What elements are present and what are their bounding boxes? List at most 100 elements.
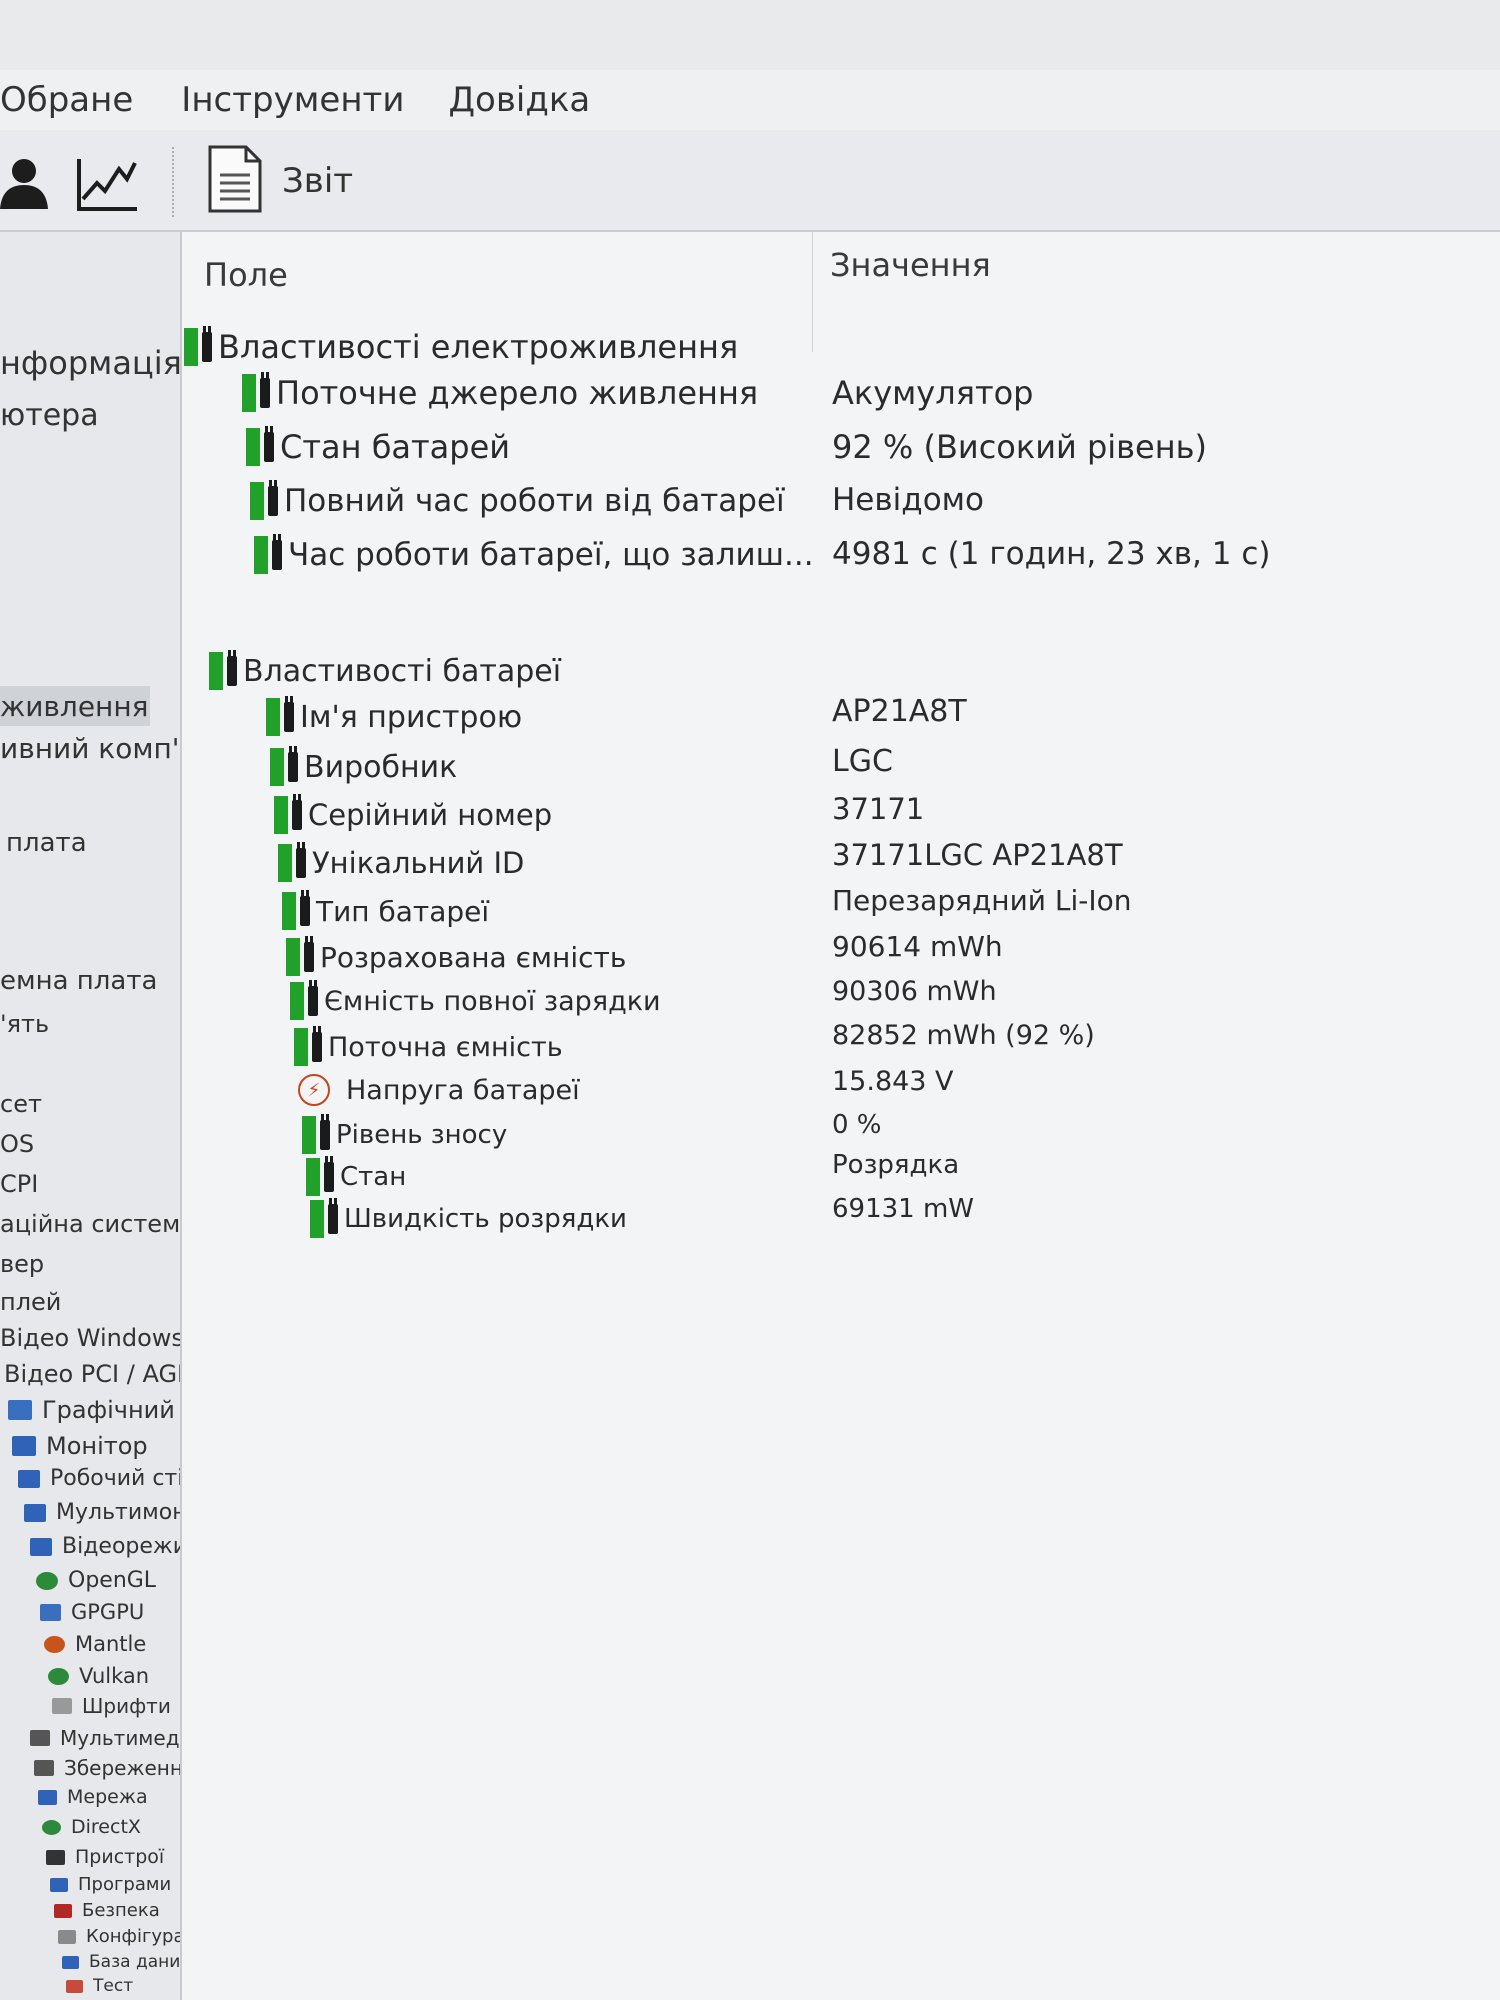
sidebar-item[interactable]: Mantle xyxy=(44,1632,146,1656)
property-row[interactable]: Рівень зносу xyxy=(302,1114,507,1154)
tree-node-icon xyxy=(8,1400,32,1420)
sidebar-item-label: Мультимедіа xyxy=(60,1726,198,1750)
field-name: Ємність повної зарядки xyxy=(324,985,661,1017)
battery-plug-icon xyxy=(246,426,274,466)
sidebar-item[interactable]: Монітор xyxy=(12,1432,148,1460)
sidebar-item[interactable]: ютера xyxy=(0,398,99,433)
battery-plug-icon xyxy=(282,890,310,930)
sidebar-item[interactable]: Шрифти xyxy=(52,1694,171,1718)
property-row[interactable]: Ім'я пристрою xyxy=(266,696,522,736)
field-value: 0 % xyxy=(832,1110,882,1140)
property-row[interactable]: Ємність повної зарядки xyxy=(290,980,661,1020)
user-icon[interactable] xyxy=(0,155,52,215)
property-row[interactable]: Серійний номер xyxy=(274,794,552,834)
property-row[interactable]: Стан xyxy=(306,1156,407,1196)
sidebar-item[interactable]: Тест xyxy=(66,1976,133,1996)
property-row[interactable]: Тип батареї xyxy=(282,890,489,930)
property-row[interactable]: ⚡ Напруга батареї xyxy=(298,1074,580,1106)
sidebar-item[interactable]: OS xyxy=(0,1130,34,1158)
sidebar-item[interactable]: База даних xyxy=(62,1952,190,1972)
sidebar-item[interactable]: Відео PCI / AGP xyxy=(4,1360,192,1388)
sidebar-item-label: живлення xyxy=(0,689,149,723)
sidebar-item[interactable]: Робочий стіл xyxy=(18,1466,197,1491)
group-header[interactable]: Властивості батареї xyxy=(209,650,562,690)
tree-node-icon xyxy=(40,1603,61,1621)
property-row[interactable]: Швидкість розрядки xyxy=(310,1198,627,1238)
sidebar-item[interactable]: плата xyxy=(6,828,87,858)
report-icon[interactable] xyxy=(208,145,262,217)
field-value: 69131 mW xyxy=(832,1194,975,1224)
column-header-field[interactable]: Поле xyxy=(204,256,288,294)
property-row[interactable]: Стан батарей xyxy=(246,426,510,466)
sidebar-item[interactable]: Мультимедіа xyxy=(30,1726,197,1750)
battery-plug-icon xyxy=(310,1198,338,1238)
battery-plug-icon xyxy=(254,534,282,574)
group-header[interactable]: Властивості електроживлення xyxy=(184,326,739,366)
sidebar-item[interactable]: Програми xyxy=(50,1874,171,1895)
sidebar-item-label: Мережа xyxy=(67,1786,148,1808)
tree-node-icon xyxy=(38,1789,57,1805)
battery-plug-icon xyxy=(278,842,306,882)
sidebar-item[interactable]: емна плата xyxy=(0,966,157,996)
field-value: Перезарядний Li-Ion xyxy=(832,884,1132,917)
property-row[interactable]: Розрахована ємність xyxy=(286,936,626,976)
property-row[interactable]: Унікальний ID xyxy=(278,842,524,882)
group-title: Властивості електроживлення xyxy=(218,328,739,366)
sidebar-item[interactable]: CPI xyxy=(0,1170,38,1198)
sidebar-item[interactable]: Мережа xyxy=(38,1786,148,1808)
tree-node-icon xyxy=(54,1903,72,1918)
property-row[interactable]: Виробник xyxy=(270,746,458,786)
battery-plug-icon xyxy=(242,372,270,412)
sidebar-item-label: Шрифти xyxy=(82,1694,171,1718)
column-header-value[interactable]: Значення xyxy=(830,246,991,284)
sidebar-item-label: Безпека xyxy=(82,1900,160,1921)
field-name: Стан xyxy=(340,1162,407,1192)
field-value: 90614 mWh xyxy=(832,930,1003,963)
tree-node-icon xyxy=(62,1955,79,1969)
menu-tools[interactable]: Інструменти xyxy=(181,80,404,120)
sidebar-item[interactable]: 'ять xyxy=(0,1010,49,1038)
chart-icon[interactable] xyxy=(75,155,139,217)
sidebar-item[interactable]: DirectX xyxy=(42,1816,141,1838)
sidebar-item[interactable]: Пристрої xyxy=(46,1846,164,1868)
property-row[interactable]: Поточне джерело живлення xyxy=(242,372,758,412)
menu-favorites[interactable]: Обране xyxy=(0,80,133,120)
group-title: Властивості батареї xyxy=(243,653,562,689)
sidebar-item[interactable]: плей xyxy=(0,1288,61,1316)
property-row[interactable]: Час роботи батареї, що залиш... xyxy=(254,534,814,574)
sidebar-item-label: Робочий стіл xyxy=(50,1466,198,1491)
tree-node-icon xyxy=(44,1635,65,1653)
sidebar-item-label: Vulkan xyxy=(79,1664,150,1688)
sidebar-item[interactable]: ивний комп'ют xyxy=(0,732,208,765)
sidebar-item[interactable]: вер xyxy=(0,1250,44,1278)
sidebar-item-label: вер xyxy=(0,1250,45,1278)
tree-node-icon xyxy=(48,1667,69,1685)
sidebar-item[interactable]: живлення xyxy=(0,686,150,726)
field-name: Виробник xyxy=(304,749,458,785)
sidebar-item[interactable]: OpenGL xyxy=(36,1568,156,1593)
column-separator[interactable] xyxy=(812,232,813,352)
menu-help[interactable]: Довідка xyxy=(448,80,590,120)
battery-plug-icon xyxy=(270,746,298,786)
report-button[interactable]: Звіт xyxy=(282,161,353,201)
battery-plug-icon xyxy=(184,326,212,366)
battery-plug-icon xyxy=(294,1026,322,1066)
sidebar-item-label: DirectX xyxy=(71,1816,141,1838)
sidebar-item[interactable]: Vulkan xyxy=(48,1664,149,1688)
sidebar-item[interactable]: аційна система xyxy=(0,1210,195,1238)
field-value: 15.843 V xyxy=(832,1066,954,1097)
sidebar-item[interactable]: нформація xyxy=(0,344,182,382)
sidebar-item-label: OS xyxy=(0,1130,35,1158)
property-row[interactable]: Повний час роботи від батареї xyxy=(250,480,785,520)
tree-node-icon xyxy=(30,1730,50,1746)
sidebar-item[interactable]: сет xyxy=(0,1090,42,1118)
field-value: 37171LGC AP21A8T xyxy=(832,838,1123,872)
sidebar-item[interactable]: GPGPU xyxy=(40,1600,144,1624)
battery-plug-icon xyxy=(274,794,302,834)
property-row[interactable]: Поточна ємність xyxy=(294,1026,563,1066)
sidebar-item[interactable]: Відео Windows xyxy=(0,1324,184,1352)
field-value: Невідомо xyxy=(832,482,985,518)
sidebar-item[interactable]: Безпека xyxy=(54,1900,160,1921)
sidebar-item[interactable]: Графічний процесор xyxy=(8,1396,208,1424)
tree-node-icon xyxy=(46,1849,65,1865)
